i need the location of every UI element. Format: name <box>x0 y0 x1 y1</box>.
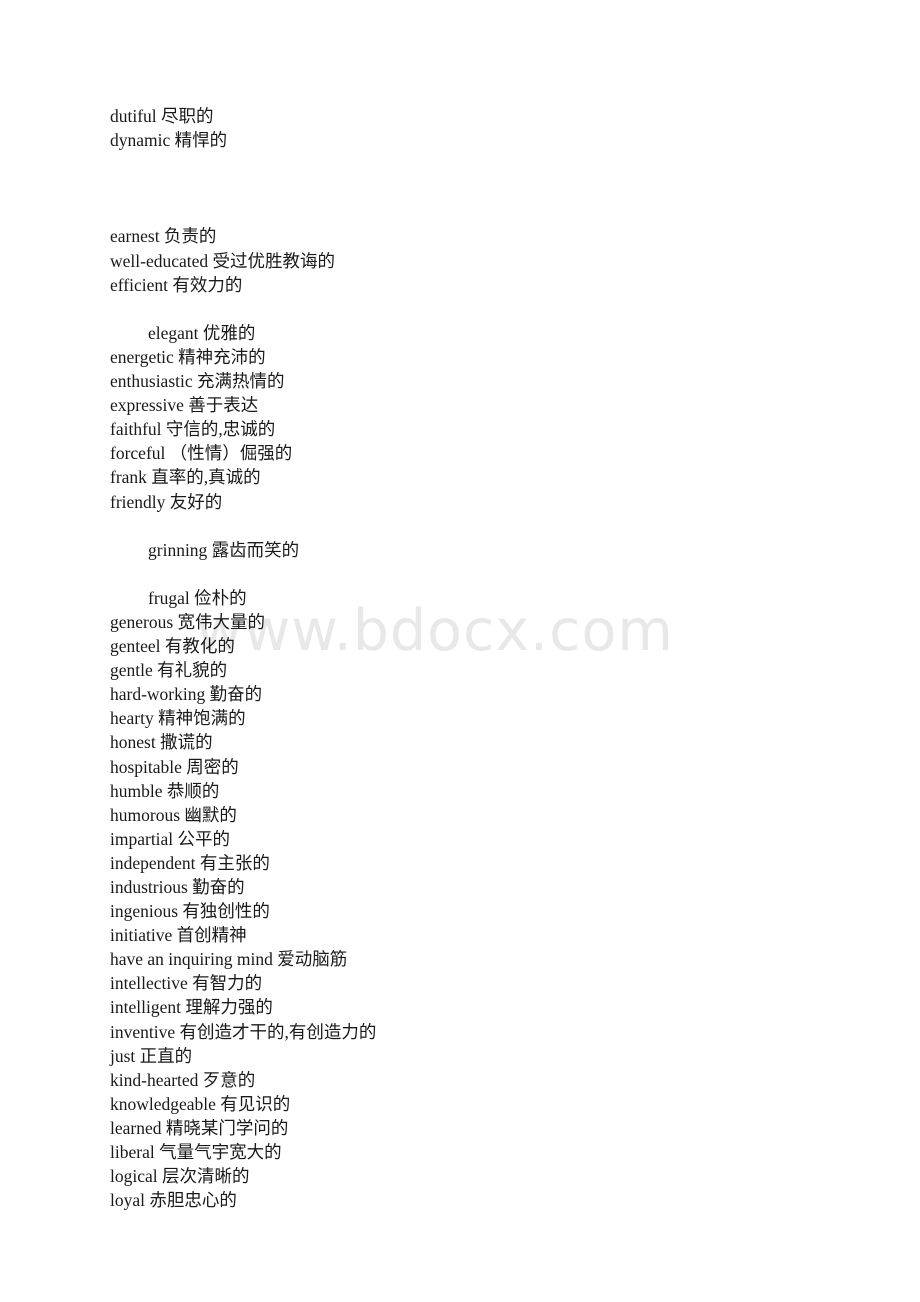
vocabulary-entry: kind-hearted 歹意的 <box>110 1069 256 1090</box>
vocabulary-entry: humorous 幽默的 <box>110 804 237 825</box>
vocabulary-entry: genteel 有教化的 <box>110 636 235 657</box>
vocabulary-entry: have an inquiring mind 爱动脑筋 <box>110 949 348 970</box>
vocabulary-entry: frank 直率的,真诚的 <box>110 467 261 488</box>
vocabulary-entry: dutiful 尽职的 <box>110 106 214 126</box>
vocabulary-entry: hospitable 周密的 <box>110 756 239 777</box>
vocabulary-entry: industrious 勤奋的 <box>110 877 245 897</box>
vocabulary-entry: earnest 负责的 <box>110 226 217 247</box>
vocabulary-entry: intelligent 理解力强的 <box>110 997 273 1018</box>
vocabulary-entry: ingenious 有独创性的 <box>110 901 270 922</box>
vocabulary-entry: humble 恭顺的 <box>110 780 220 801</box>
vocabulary-entry: enthusiastic 充满热情的 <box>110 371 285 392</box>
vocabulary-entry: dynamic 精悍的 <box>110 130 228 151</box>
vocabulary-list: dutiful 尽职的 dynamic 精悍的 earnest 负责的 well-ed… <box>110 104 870 1212</box>
vocabulary-entry: knowledgeable 有见识的 <box>110 1093 291 1114</box>
vocabulary-entry: efficient 有效力的 <box>110 274 243 295</box>
vocabulary-entry: honest 撒谎的 <box>110 732 213 753</box>
vocabulary-entry: frugal 俭朴的 <box>148 587 247 608</box>
vocabulary-entry: initiative 首创精神 <box>110 925 247 946</box>
vocabulary-entry: logical 层次清晰的 <box>110 1166 250 1187</box>
vocabulary-entry: hearty 精神饱满的 <box>110 708 246 729</box>
vocabulary-entry: hard-working 勤奋的 <box>110 684 263 705</box>
document-page: www.bdocx.com dutiful 尽职的 dynamic 精悍的 earn… <box>0 0 920 1302</box>
vocabulary-entry: elegant 优雅的 <box>148 322 256 343</box>
vocabulary-entry: friendly 友好的 <box>110 491 223 512</box>
vocabulary-entry: loyal 赤胆忠心的 <box>110 1190 237 1211</box>
vocabulary-entry: faithful 守信的,忠诚的 <box>110 419 276 440</box>
vocabulary-entry: impartial 公平的 <box>110 828 231 849</box>
vocabulary-entry: independent 有主张的 <box>110 852 270 873</box>
vocabulary-entry: gentle 有礼貌的 <box>110 660 228 681</box>
vocabulary-entry: just 正直的 <box>110 1045 193 1066</box>
vocabulary-entry: expressive 善于表达 <box>110 395 259 416</box>
vocabulary-entry: learned 精晓某门学问的 <box>110 1117 289 1138</box>
vocabulary-entry: inventive 有创造才干的,有创造力的 <box>110 1021 377 1042</box>
vocabulary-entry: liberal 气量气宇宽大的 <box>110 1142 282 1163</box>
vocabulary-entry: well-educated 受过优胜教诲的 <box>110 250 336 271</box>
vocabulary-entry: intellective 有智力的 <box>110 973 263 994</box>
vocabulary-entry: generous 宽伟大量的 <box>110 611 266 632</box>
vocabulary-entry: energetic 精神充沛的 <box>110 346 266 367</box>
vocabulary-entry: grinning 露齿而笑的 <box>148 539 300 560</box>
vocabulary-entry: forceful （性情）倔强的 <box>110 443 293 464</box>
